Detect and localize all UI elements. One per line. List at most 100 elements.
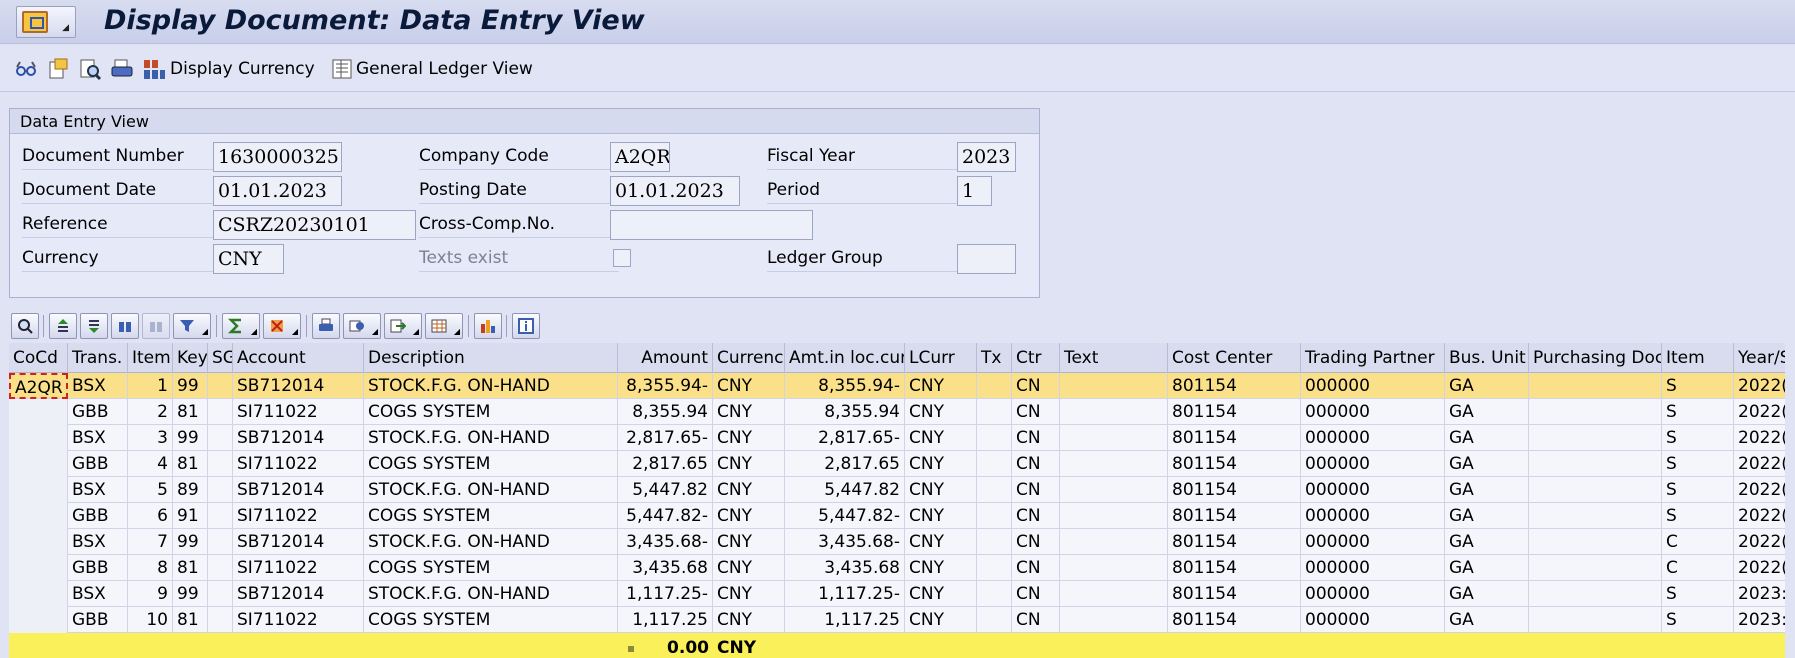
cell-item2[interactable]: S — [1662, 477, 1734, 503]
cell-currency[interactable]: CNY — [713, 607, 785, 633]
cell-cost-center[interactable]: 801154 — [1168, 451, 1301, 477]
cell-sg[interactable] — [208, 607, 233, 633]
cell-bus-unit[interactable]: GA — [1445, 425, 1529, 451]
cell-item[interactable]: 4 — [128, 451, 173, 477]
views-button[interactable]: ◢ — [343, 313, 381, 339]
cell-cocd[interactable] — [9, 425, 68, 451]
cell-amount[interactable]: 5,447.82- — [618, 503, 713, 529]
cell-item[interactable]: 9 — [128, 581, 173, 607]
cell-description[interactable]: COGS SYSTEM — [364, 555, 618, 581]
cell-year[interactable]: 2022( — [1734, 503, 1785, 529]
cell-item2[interactable]: C — [1662, 529, 1734, 555]
cell-item[interactable]: 7 — [128, 529, 173, 555]
cell-account[interactable]: SI711022 — [233, 555, 364, 581]
column-header-item2[interactable]: Item — [1662, 343, 1734, 373]
cell-amt-loc[interactable]: 2,817.65 — [785, 451, 905, 477]
cell-item2[interactable]: S — [1662, 373, 1734, 399]
cell-cocd[interactable] — [9, 555, 68, 581]
total-button[interactable]: ◢ — [222, 313, 260, 339]
cell-cost-center[interactable]: 801154 — [1168, 503, 1301, 529]
cell-sg[interactable] — [208, 529, 233, 555]
cell-trading-partner[interactable]: 000000 — [1301, 399, 1445, 425]
cell-amount[interactable]: 2,817.65- — [618, 425, 713, 451]
cell-lcurr[interactable]: CNY — [905, 581, 977, 607]
cell-lcurr[interactable]: CNY — [905, 555, 977, 581]
cell-cost-center[interactable]: 801154 — [1168, 477, 1301, 503]
cell-lcurr[interactable]: CNY — [905, 425, 977, 451]
column-header-lcurr[interactable]: LCurr — [905, 343, 977, 373]
column-header-cocd[interactable]: CoCd — [9, 343, 68, 373]
column-header-year[interactable]: Year/S — [1734, 343, 1785, 373]
cell-sg[interactable] — [208, 555, 233, 581]
sort-ascending-button[interactable] — [49, 313, 77, 339]
cell-year[interactable]: 2023: — [1734, 607, 1785, 633]
details-button[interactable] — [11, 313, 39, 339]
cell-lcurr[interactable]: CNY — [905, 529, 977, 555]
document-date-field[interactable]: 01.01.2023 — [213, 176, 342, 206]
cell-trans[interactable]: GBB — [68, 607, 128, 633]
cell-account[interactable]: SI711022 — [233, 399, 364, 425]
cell-cocd[interactable] — [9, 581, 68, 607]
cell-trans[interactable]: BSX — [68, 373, 128, 399]
cell-trading-partner[interactable]: 000000 — [1301, 529, 1445, 555]
cell-lcurr[interactable]: CNY — [905, 399, 977, 425]
find-button[interactable] — [111, 313, 139, 339]
layout-button[interactable]: ◢ — [425, 313, 463, 339]
cell-text[interactable] — [1060, 555, 1168, 581]
cell-cost-center[interactable]: 801154 — [1168, 399, 1301, 425]
cell-text[interactable] — [1060, 503, 1168, 529]
cell-ctr[interactable]: CN — [1012, 425, 1060, 451]
cell-account[interactable]: SB712014 — [233, 477, 364, 503]
system-menu-button[interactable]: ◢ — [16, 6, 76, 38]
cell-trading-partner[interactable]: 000000 — [1301, 607, 1445, 633]
cell-item[interactable]: 5 — [128, 477, 173, 503]
cell-key[interactable]: 81 — [173, 399, 208, 425]
cell-key[interactable]: 81 — [173, 555, 208, 581]
cell-amt-loc[interactable]: 1,117.25 — [785, 607, 905, 633]
texts-exist-checkbox[interactable] — [613, 249, 631, 267]
cell-key[interactable]: 91 — [173, 503, 208, 529]
cell-purch-doc[interactable] — [1529, 399, 1662, 425]
cell-key[interactable]: 99 — [173, 529, 208, 555]
information-button[interactable] — [512, 313, 540, 339]
cell-bus-unit[interactable]: GA — [1445, 607, 1529, 633]
cell-trading-partner[interactable]: 000000 — [1301, 373, 1445, 399]
cell-description[interactable]: COGS SYSTEM — [364, 451, 618, 477]
cell-cost-center[interactable]: 801154 — [1168, 581, 1301, 607]
cell-year[interactable]: 2022( — [1734, 529, 1785, 555]
cell-item2[interactable]: S — [1662, 425, 1734, 451]
cell-cost-center[interactable]: 801154 — [1168, 425, 1301, 451]
cell-description[interactable]: STOCK.F.G. ON-HAND — [364, 581, 618, 607]
cell-item2[interactable]: S — [1662, 451, 1734, 477]
cell-amount[interactable]: 3,435.68- — [618, 529, 713, 555]
cell-bus-unit[interactable]: GA — [1445, 477, 1529, 503]
cell-amt-loc[interactable]: 5,447.82- — [785, 503, 905, 529]
cell-cost-center[interactable]: 801154 — [1168, 555, 1301, 581]
cell-cocd[interactable] — [9, 529, 68, 555]
cell-tx[interactable] — [977, 425, 1012, 451]
column-header-amt-loc[interactable]: Amt.in loc.cur. — [785, 343, 905, 373]
cell-year[interactable]: 2022( — [1734, 425, 1785, 451]
cell-account[interactable]: SI711022 — [233, 607, 364, 633]
table-row[interactable]: BSX 3 99 SB712014 STOCK.F.G. ON-HAND 2,817.65… — [9, 425, 1785, 451]
cell-cocd[interactable] — [9, 451, 68, 477]
reference-field[interactable]: CSRZ20230101 — [213, 210, 416, 240]
table-row[interactable]: BSX 9 99 SB712014 STOCK.F.G. ON-HAND 1,117.25… — [9, 581, 1785, 607]
cell-year[interactable]: 2023: — [1734, 581, 1785, 607]
cell-tx[interactable] — [977, 451, 1012, 477]
cell-tx[interactable] — [977, 477, 1012, 503]
ledger-icon[interactable] — [330, 57, 354, 81]
cell-amt-loc[interactable]: 3,435.68- — [785, 529, 905, 555]
cell-amount[interactable]: 1,117.25- — [618, 581, 713, 607]
cell-sg[interactable] — [208, 451, 233, 477]
document-search-icon[interactable] — [78, 57, 102, 81]
cell-trans[interactable]: GBB — [68, 503, 128, 529]
table-row[interactable]: BSX 7 99 SB712014 STOCK.F.G. ON-HAND 3,435.68… — [9, 529, 1785, 555]
cell-lcurr[interactable]: CNY — [905, 477, 977, 503]
cell-cost-center[interactable]: 801154 — [1168, 529, 1301, 555]
cell-key[interactable]: 89 — [173, 477, 208, 503]
column-header-text[interactable]: Text — [1060, 343, 1168, 373]
cell-item2[interactable]: S — [1662, 607, 1734, 633]
print-icon[interactable] — [110, 57, 134, 81]
cell-currency[interactable]: CNY — [713, 477, 785, 503]
